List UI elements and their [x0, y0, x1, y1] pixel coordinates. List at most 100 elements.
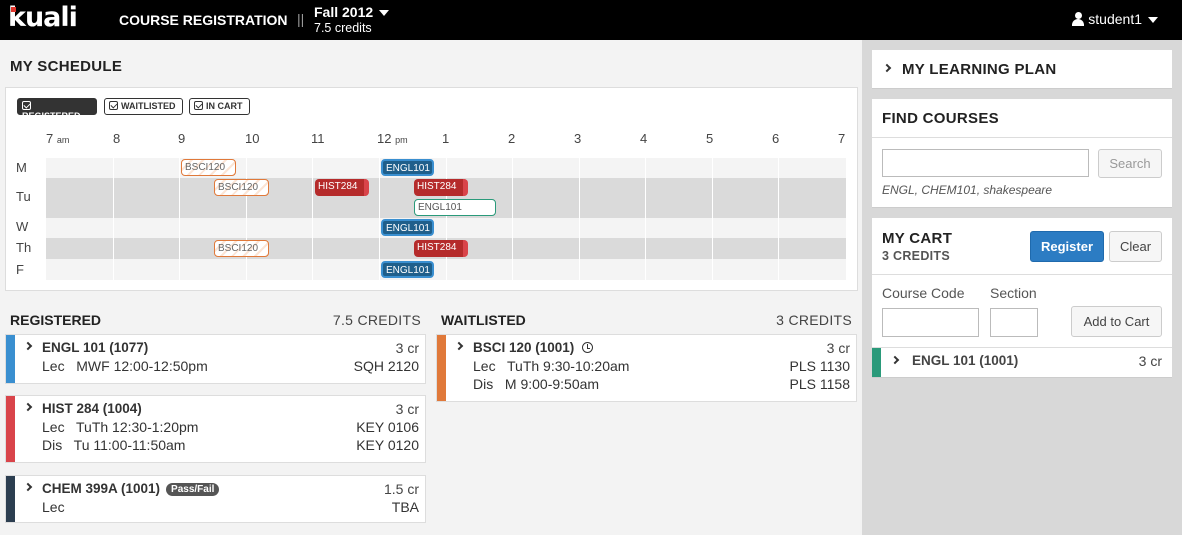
logo-accent	[11, 7, 16, 12]
meeting-location: KEY 0106	[356, 419, 419, 435]
search-hint: ENGL, CHEM101, shakespeare	[882, 183, 1053, 197]
app-title: COURSE REGISTRATION	[119, 12, 288, 28]
title-separator: ||	[297, 11, 305, 27]
divider	[872, 274, 1172, 275]
course-credits: 3 cr	[395, 340, 419, 356]
event-bsci120[interactable]: BSCI120	[181, 159, 236, 176]
event-engl101[interactable]: ENGL101	[381, 159, 434, 176]
course-card-hist284[interactable]: HIST 284 (1004) 3 cr Lec TuTh 12:30-1:20…	[5, 395, 426, 463]
meeting-location: KEY 0120	[356, 437, 419, 453]
course-code: ENGL 101 (1077)	[42, 340, 149, 355]
kuali-logo[interactable]: kuali	[8, 2, 78, 33]
grid-line	[113, 158, 114, 280]
day-label: M	[16, 160, 27, 175]
course-color-bar	[6, 396, 15, 462]
hour-label: 12 pm	[377, 131, 408, 146]
grid-line	[579, 158, 580, 280]
registered-credits: 7.5 CREDITS	[332, 312, 421, 328]
learning-plan-panel[interactable]: MY LEARNING PLAN	[872, 50, 1172, 89]
grid-line	[246, 158, 247, 280]
meeting-line: Dis Tu 11:00-11:50am	[42, 437, 186, 453]
event-bsci120[interactable]: BSCI120	[214, 179, 269, 196]
legend-label: IN CART	[206, 101, 243, 111]
schedule-calendar: REGISTERED WAITLISTED IN CART 7 am 8 9 1…	[5, 87, 858, 291]
chevron-right-icon	[23, 341, 33, 351]
right-sidebar: MY LEARNING PLAN FIND COURSES Search ENG…	[862, 40, 1182, 535]
cart-credits: 3 CREDITS	[882, 249, 950, 263]
find-courses-title: FIND COURSES	[882, 110, 999, 127]
hour-label: 9	[178, 131, 186, 146]
section-input[interactable]	[990, 308, 1038, 337]
legend-label: WAITLISTED	[121, 101, 176, 111]
course-color-bar	[6, 335, 15, 383]
meeting-location: PLS 1130	[789, 358, 850, 374]
hour-label: 8	[113, 131, 121, 146]
day-label: F	[16, 262, 24, 277]
hour-label: 6	[772, 131, 780, 146]
course-card-engl101[interactable]: ENGL 101 (1077) 3 cr Lec MWF 12:00-12:50…	[5, 334, 426, 384]
cart-item-code: ENGL 101 (1001)	[912, 353, 1019, 368]
user-menu[interactable]: student1	[1072, 11, 1158, 27]
section-label: Section	[990, 285, 1037, 301]
cart-title: MY CART	[882, 230, 953, 247]
meeting-line: Dis M 9:00-9:50am	[473, 376, 600, 392]
user-name: student1	[1088, 11, 1142, 27]
chevron-right-icon	[890, 355, 900, 365]
main-content: MY SCHEDULE REGISTERED WAITLISTED IN CAR…	[0, 40, 862, 535]
legend-registered-toggle[interactable]: REGISTERED	[17, 98, 97, 121]
day-label: Tu	[16, 189, 31, 204]
cart-item-credits: 3 cr	[1138, 353, 1162, 369]
registered-title: REGISTERED	[10, 312, 102, 328]
course-code-label: Course Code	[882, 285, 965, 301]
term-label: Fall 2012	[314, 4, 374, 20]
grid-line	[379, 158, 380, 280]
hour-label: 3	[574, 131, 582, 146]
term-selector[interactable]: Fall 2012	[314, 4, 390, 20]
event-engl101[interactable]: ENGL101	[381, 219, 434, 236]
cart-panel: MY CART 3 CREDITS Register Clear Course …	[872, 218, 1172, 378]
waitlisted-credits: 3 CREDITS	[776, 312, 852, 328]
hour-label: 7	[838, 131, 846, 146]
meeting-location: PLS 1158	[789, 376, 850, 392]
learning-plan-title: MY LEARNING PLAN	[902, 61, 1057, 78]
chevron-down-icon	[1148, 17, 1158, 24]
grid-line	[712, 158, 713, 280]
event-hist284[interactable]: HIST284	[414, 240, 468, 257]
event-hist284[interactable]: HIST284	[315, 179, 369, 196]
course-card-bsci120[interactable]: BSCI 120 (1001) 3 cr Lec TuTh 9:30-10:20…	[436, 334, 857, 402]
learning-plan-toggle[interactable]: MY LEARNING PLAN	[872, 50, 1172, 88]
grid-line	[645, 158, 646, 280]
meeting-line: Lec	[42, 499, 65, 515]
cart-item-engl101[interactable]: ENGL 101 (1001) 3 cr	[872, 348, 1172, 377]
event-engl101[interactable]: ENGL101	[381, 261, 434, 278]
checkbox-icon	[22, 101, 31, 110]
event-hist284[interactable]: HIST284	[414, 179, 468, 196]
checkbox-icon	[194, 101, 203, 110]
meeting-line: Lec TuTh 12:30-1:20pm	[42, 419, 199, 435]
register-button[interactable]: Register	[1030, 231, 1104, 262]
search-button[interactable]: Search	[1098, 149, 1162, 178]
legend-cart-toggle[interactable]: IN CART	[189, 98, 250, 115]
hour-label: 1	[442, 131, 450, 146]
grid-line	[179, 158, 180, 280]
grid-line	[512, 158, 513, 280]
hour-label: 7 am	[46, 131, 70, 146]
event-bsci120[interactable]: BSCI120	[214, 240, 269, 257]
find-courses-panel: FIND COURSES Search ENGL, CHEM101, shake…	[872, 99, 1172, 208]
chevron-right-icon	[23, 402, 33, 412]
legend-waitlisted-toggle[interactable]: WAITLISTED	[104, 98, 183, 115]
course-code-input[interactable]	[882, 308, 979, 337]
chevron-right-icon	[882, 63, 892, 73]
meeting-location: TBA	[391, 499, 419, 515]
course-search-input[interactable]	[882, 149, 1089, 177]
clock-icon	[582, 342, 594, 353]
chevron-right-icon	[454, 341, 464, 351]
clear-button[interactable]: Clear	[1109, 231, 1162, 262]
course-credits: 3 cr	[826, 340, 850, 356]
course-card-chem399a[interactable]: CHEM 399A (1001) Pass/Fail 1.5 cr Lec TBA	[5, 475, 426, 523]
event-engl101-cart[interactable]: ENGL101	[414, 199, 496, 216]
day-label: Th	[16, 240, 32, 255]
add-to-cart-button[interactable]: Add to Cart	[1071, 306, 1162, 337]
hour-label: 11	[311, 131, 325, 146]
term-credits: 7.5 credits	[314, 21, 372, 35]
